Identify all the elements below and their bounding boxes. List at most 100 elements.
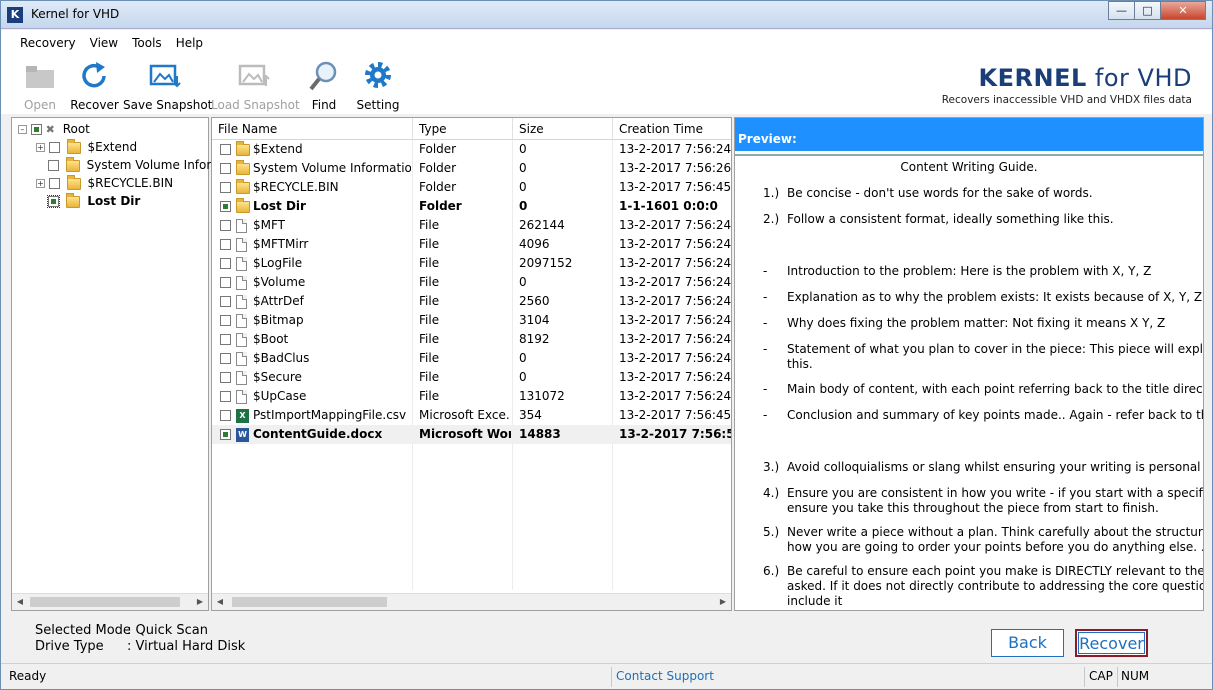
row-checkbox[interactable]: [220, 239, 231, 250]
tree-item-extend[interactable]: + $Extend: [36, 138, 137, 158]
scrollbar-thumb[interactable]: [30, 597, 180, 607]
table-row[interactable]: $Boot File 8192 13-2-2017 7:56:24: [212, 330, 731, 349]
scrollbar-thumb[interactable]: [232, 597, 387, 607]
preview-text-line: ensure you take this throughout the piec…: [787, 501, 1159, 515]
drive-type-value: : Virtual Hard Disk: [127, 639, 246, 654]
expand-icon[interactable]: +: [36, 143, 45, 152]
tree-item-checkbox[interactable]: [48, 142, 60, 153]
scroll-left-icon[interactable]: ◀: [14, 596, 26, 608]
file-icon: [236, 275, 247, 290]
preview-text-line: Ensure you are consistent in how you wri…: [787, 486, 1203, 500]
table-row[interactable]: $RECYCLE.BIN Folder 0 13-2-2017 7:56:45: [212, 178, 731, 197]
cell-type: File: [419, 313, 440, 327]
list-horizontal-scrollbar[interactable]: ◀ ▶: [212, 593, 731, 610]
tree-root[interactable]: – ✖ Root: [18, 122, 90, 140]
save-snapshot-button[interactable]: Save Snapshot: [123, 60, 212, 114]
row-checkbox[interactable]: [220, 391, 231, 402]
row-checkbox[interactable]: [220, 220, 231, 231]
column-header-type[interactable]: Type: [413, 118, 513, 140]
row-checkbox[interactable]: [220, 163, 231, 174]
row-checkbox[interactable]: [220, 296, 231, 307]
row-checkbox[interactable]: [220, 410, 231, 421]
row-checkbox[interactable]: [220, 334, 231, 345]
cell-type: Folder: [419, 142, 457, 156]
contact-support-link[interactable]: Contact Support: [616, 664, 714, 690]
cell-size: 2097152: [519, 256, 573, 270]
column-header-size[interactable]: Size: [513, 118, 613, 140]
row-checkbox[interactable]: [220, 144, 231, 155]
file-icon: [236, 370, 247, 385]
scroll-left-icon[interactable]: ◀: [214, 596, 226, 608]
row-checkbox[interactable]: [220, 182, 231, 193]
maximize-button[interactable]: □: [1134, 1, 1161, 20]
table-row[interactable]: $AttrDef File 2560 13-2-2017 7:56:24: [212, 292, 731, 311]
table-row[interactable]: $UpCase File 131072 13-2-2017 7:56:24: [212, 387, 731, 406]
table-row[interactable]: $Extend Folder 0 13-2-2017 7:56:24: [212, 140, 731, 159]
tree-horizontal-scrollbar[interactable]: ◀ ▶: [12, 593, 208, 610]
table-row[interactable]: $Secure File 0 13-2-2017 7:56:24: [212, 368, 731, 387]
scroll-right-icon[interactable]: ▶: [717, 596, 729, 608]
tree-item-checkbox[interactable]: [48, 160, 59, 171]
table-row[interactable]: $Bitmap File 3104 13-2-2017 7:56:24: [212, 311, 731, 330]
row-checkbox[interactable]: [220, 201, 231, 212]
cell-creation-time: 13-2-2017 7:56:24: [619, 256, 731, 270]
app-logo-icon: K: [7, 7, 23, 23]
minimize-button[interactable]: —: [1108, 1, 1135, 20]
preview-text-line: Statement of what you plan to cover in t…: [787, 342, 1203, 356]
cell-type: Microsoft Exce...: [419, 408, 511, 422]
column-header-creation-time[interactable]: Creation Time: [613, 118, 731, 140]
close-button[interactable]: ✕: [1160, 1, 1206, 20]
cell-creation-time: 13-2-2017 7:56:45: [619, 180, 731, 194]
table-row[interactable]: X PstImportMappingFile.csv Microsoft Exce.…: [212, 406, 731, 425]
row-checkbox[interactable]: [220, 372, 231, 383]
expand-icon[interactable]: +: [36, 179, 45, 188]
tree-item-recycle-bin[interactable]: + $RECYCLE.BIN: [36, 174, 173, 194]
tree-item-lost-dir[interactable]: Lost Dir: [47, 192, 140, 212]
back-button[interactable]: Back: [991, 629, 1064, 657]
row-checkbox[interactable]: [220, 353, 231, 364]
cell-creation-time: 13-2-2017 7:56:26: [619, 161, 731, 175]
cell-type: File: [419, 275, 440, 289]
table-row[interactable]: $LogFile File 2097152 13-2-2017 7:56:24: [212, 254, 731, 273]
table-row[interactable]: W ContentGuide.docx Microsoft Wor... 14883 1…: [212, 425, 731, 444]
table-row[interactable]: $Volume File 0 13-2-2017 7:56:24: [212, 273, 731, 292]
preview-marker: 3.): [763, 460, 780, 474]
preview-marker: 5.): [763, 525, 780, 539]
scroll-right-icon[interactable]: ▶: [194, 596, 206, 608]
collapse-icon[interactable]: –: [18, 125, 27, 134]
table-row[interactable]: System Volume Information Folder 0 13-2-201…: [212, 159, 731, 178]
table-row[interactable]: $MFTMirr File 4096 13-2-2017 7:56:24: [212, 235, 731, 254]
cell-type: File: [419, 218, 440, 232]
caps-lock-indicator: CAP: [1089, 669, 1113, 683]
preview-content[interactable]: Content Writing Guide. 1.) Be concise - d…: [735, 154, 1203, 608]
tree-root-checkbox[interactable]: [30, 124, 42, 135]
brand-name-rest: for VHD: [1086, 64, 1192, 92]
drive-type-label: Drive Type: [35, 639, 104, 654]
menu-view[interactable]: View: [83, 30, 125, 56]
table-row[interactable]: $MFT File 262144 13-2-2017 7:56:24: [212, 216, 731, 235]
recover-toolbar-button[interactable]: Recover: [67, 60, 122, 114]
tree-item-system-volume[interactable]: System Volume Inform: [48, 156, 223, 176]
table-row[interactable]: Lost Dir Folder 0 1-1-1601 0:0:0: [212, 197, 731, 216]
row-checkbox[interactable]: [220, 277, 231, 288]
setting-button[interactable]: Setting: [355, 60, 401, 114]
row-checkbox[interactable]: [220, 258, 231, 269]
preview-text-line: Be careful to ensure each point you make…: [787, 564, 1203, 578]
preview-header: Preview:: [735, 118, 1203, 151]
find-button[interactable]: Find: [303, 60, 345, 114]
tree-item-checkbox[interactable]: [47, 195, 60, 208]
recover-button[interactable]: Recover: [1075, 629, 1148, 657]
row-checkbox[interactable]: [220, 429, 231, 440]
column-header-name[interactable]: File Name: [212, 118, 413, 140]
row-checkbox[interactable]: [220, 315, 231, 326]
menu-recovery[interactable]: Recovery: [13, 30, 83, 56]
load-snapshot-button[interactable]: Load Snapshot: [211, 60, 300, 114]
tree-item-checkbox[interactable]: [48, 178, 60, 189]
status-ready: Ready: [9, 669, 47, 683]
cell-type: Microsoft Wor...: [419, 427, 511, 441]
menu-tools[interactable]: Tools: [125, 30, 169, 56]
load-image-icon: [237, 60, 271, 92]
menu-help[interactable]: Help: [169, 30, 210, 56]
table-row[interactable]: $BadClus File 0 13-2-2017 7:56:24: [212, 349, 731, 368]
open-button[interactable]: Open: [15, 60, 65, 114]
